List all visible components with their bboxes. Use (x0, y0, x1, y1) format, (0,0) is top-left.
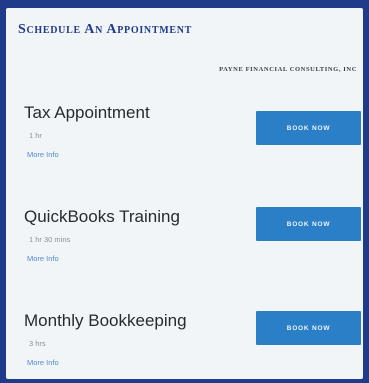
book-now-button[interactable]: BOOK NOW (256, 111, 361, 145)
more-info-link[interactable]: More Info (27, 254, 59, 263)
service-name: QuickBooks Training (24, 207, 180, 226)
more-info-link[interactable]: More Info (27, 358, 59, 367)
service-name: Monthly Bookkeeping (24, 311, 187, 330)
service-item-monthly-bookkeeping: Monthly Bookkeeping 3 hrs More Info BOOK… (6, 311, 363, 379)
book-now-button[interactable]: BOOK NOW (256, 207, 361, 241)
page-title: Schedule An Appointment (18, 22, 193, 37)
service-item-quickbooks-training: QuickBooks Training 1 hr 30 mins More In… (6, 207, 363, 287)
scheduling-panel: Schedule An Appointment PAYNE FINANCIAL … (6, 8, 363, 379)
service-name: Tax Appointment (24, 103, 150, 122)
company-name: PAYNE FINANCIAL CONSULTING, INC (219, 66, 357, 73)
service-duration: 1 hr (29, 131, 42, 140)
service-duration: 3 hrs (29, 339, 46, 348)
book-now-button[interactable]: BOOK NOW (256, 311, 361, 345)
service-item-tax-appointment: Tax Appointment 1 hr More Info BOOK NOW (6, 103, 363, 183)
more-info-link[interactable]: More Info (27, 150, 59, 159)
service-duration: 1 hr 30 mins (29, 235, 71, 244)
